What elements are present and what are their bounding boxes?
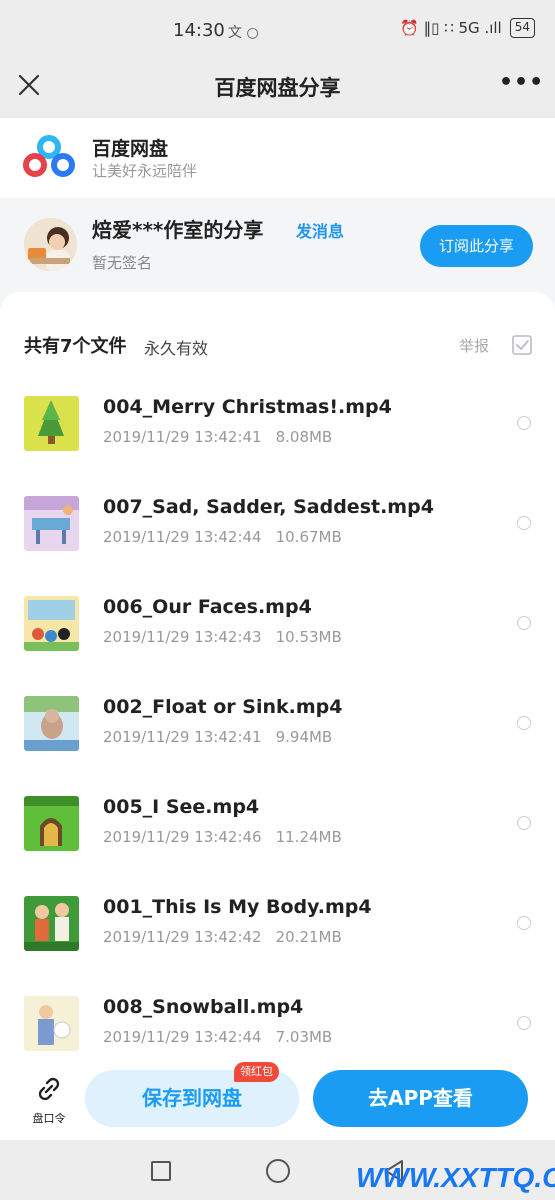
file-meta: 2019/11/29 13:42:41 9.94MB bbox=[103, 728, 332, 746]
baidu-netdisk-logo-icon bbox=[23, 135, 75, 177]
title-bar: 百度网盘分享 ••• bbox=[0, 62, 555, 118]
video-thumbnail bbox=[24, 696, 79, 751]
report-link[interactable]: 举报 bbox=[459, 335, 489, 356]
select-all-checkbox-icon[interactable] bbox=[511, 334, 533, 356]
file-date: 2019/11/29 13:42:46 bbox=[103, 828, 262, 846]
list-item[interactable]: 005_I See.mp4 2019/11/29 13:42:46 11.24MB bbox=[0, 776, 555, 876]
file-list: 004_Merry Christmas!.mp4 2019/11/29 13:4… bbox=[0, 376, 555, 1076]
file-date: 2019/11/29 13:42:44 bbox=[103, 528, 262, 546]
send-message-link[interactable]: 发消息 bbox=[296, 218, 344, 242]
file-date: 2019/11/29 13:42:44 bbox=[103, 1028, 262, 1046]
share-page: 14:30 文 ○ ⏰ ‖▯ ∷ 5G .ıll 54 百度网盘分享 ••• 百… bbox=[0, 0, 555, 1200]
file-meta: 2019/11/29 13:42:42 20.21MB bbox=[103, 928, 342, 946]
more-button[interactable]: ••• bbox=[499, 70, 543, 100]
file-name: 007_Sad, Sadder, Saddest.mp4 bbox=[103, 496, 434, 518]
list-item[interactable]: 007_Sad, Sadder, Saddest.mp4 2019/11/29 … bbox=[0, 476, 555, 576]
video-thumbnail bbox=[24, 896, 79, 951]
file-name: 001_This Is My Body.mp4 bbox=[103, 896, 372, 918]
battery-icon: 54 bbox=[509, 18, 535, 38]
file-date: 2019/11/29 13:42:41 bbox=[103, 728, 262, 746]
select-radio[interactable] bbox=[517, 716, 531, 730]
file-size: 10.53MB bbox=[275, 628, 342, 646]
video-thumbnail bbox=[24, 396, 79, 451]
system-status-icons: ⏰ ‖▯ ∷ 5G .ıll bbox=[400, 19, 502, 37]
file-meta: 2019/11/29 13:42:44 7.03MB bbox=[103, 1028, 332, 1046]
status-notification-icons: 文 ○ bbox=[228, 25, 259, 41]
list-item[interactable]: 006_Our Faces.mp4 2019/11/29 13:42:43 10.… bbox=[0, 576, 555, 676]
file-size: 10.67MB bbox=[275, 528, 342, 546]
list-item[interactable]: 002_Float or Sink.mp4 2019/11/29 13:42:4… bbox=[0, 676, 555, 776]
file-size: 11.24MB bbox=[275, 828, 342, 846]
file-name: 005_I See.mp4 bbox=[103, 796, 260, 818]
link-code-label: 盘口令 bbox=[32, 1112, 66, 1125]
red-packet-badge: 领红包 bbox=[234, 1062, 279, 1082]
file-date: 2019/11/29 13:42:41 bbox=[103, 428, 262, 446]
validity-label: 永久有效 bbox=[144, 339, 209, 358]
avatar[interactable] bbox=[24, 218, 77, 271]
page-title: 百度网盘分享 bbox=[214, 76, 341, 100]
sharer-name: 焙爱***作室的分享 bbox=[92, 218, 264, 242]
select-radio[interactable] bbox=[517, 616, 531, 630]
select-radio[interactable] bbox=[517, 416, 531, 430]
brand-name: 百度网盘 bbox=[92, 138, 169, 160]
link-code-button[interactable]: 盘口令 bbox=[24, 1070, 74, 1126]
select-radio[interactable] bbox=[517, 516, 531, 530]
file-size: 7.03MB bbox=[275, 1028, 333, 1046]
brand-slogan: 让美好永远陪伴 bbox=[92, 162, 198, 180]
list-item[interactable]: 004_Merry Christmas!.mp4 2019/11/29 13:4… bbox=[0, 376, 555, 476]
video-thumbnail bbox=[24, 496, 79, 551]
video-thumbnail bbox=[24, 596, 79, 651]
file-panel-header: 共有7个文件 永久有效 举报 bbox=[24, 332, 533, 360]
select-radio[interactable] bbox=[517, 916, 531, 930]
file-meta: 2019/11/29 13:42:43 10.53MB bbox=[103, 628, 342, 646]
file-name: 004_Merry Christmas!.mp4 bbox=[103, 396, 392, 418]
file-meta: 2019/11/29 13:42:46 11.24MB bbox=[103, 828, 342, 846]
file-date: 2019/11/29 13:42:43 bbox=[103, 628, 262, 646]
subscribe-button[interactable]: 订阅此分享 bbox=[420, 225, 533, 267]
file-meta: 2019/11/29 13:42:44 10.67MB bbox=[103, 528, 342, 546]
file-name: 002_Float or Sink.mp4 bbox=[103, 696, 343, 718]
status-bar: 14:30 文 ○ ⏰ ‖▯ ∷ 5G .ıll 54 bbox=[0, 0, 555, 62]
status-icons: ⏰ ‖▯ ∷ 5G .ıll 54 bbox=[400, 18, 535, 38]
video-thumbnail bbox=[24, 796, 79, 851]
watermark-text: WWW.XXTTQ.COM bbox=[356, 1162, 555, 1193]
list-item[interactable]: 008_Snowball.mp4 2019/11/29 13:42:44 7.03… bbox=[0, 976, 555, 1076]
file-size: 8.08MB bbox=[275, 428, 333, 446]
open-in-app-button[interactable]: 去APP查看 bbox=[313, 1070, 528, 1127]
sharer-signature: 暂无签名 bbox=[92, 254, 153, 272]
link-icon bbox=[38, 1077, 60, 1101]
select-radio[interactable] bbox=[517, 1016, 531, 1030]
select-radio[interactable] bbox=[517, 816, 531, 830]
list-item[interactable]: 001_This Is My Body.mp4 2019/11/29 13:42… bbox=[0, 876, 555, 976]
action-bar: 盘口令 保存到网盘 领红包 去APP查看 bbox=[0, 1062, 555, 1140]
file-count: 共有7个文件 bbox=[24, 336, 127, 357]
file-meta: 2019/11/29 13:42:41 8.08MB bbox=[103, 428, 332, 446]
file-date: 2019/11/29 13:42:42 bbox=[103, 928, 262, 946]
file-size: 20.21MB bbox=[275, 928, 342, 946]
video-thumbnail bbox=[24, 996, 79, 1051]
file-panel: 共有7个文件 永久有效 举报 004_Merry Christmas!.mp4 … bbox=[0, 292, 555, 1062]
brand-header: 百度网盘 让美好永远陪伴 bbox=[0, 118, 555, 198]
status-time: 14:30 bbox=[173, 20, 225, 41]
file-name: 006_Our Faces.mp4 bbox=[103, 596, 312, 618]
file-name: 008_Snowball.mp4 bbox=[103, 996, 304, 1018]
home-icon[interactable] bbox=[266, 1159, 290, 1183]
recents-icon[interactable] bbox=[151, 1161, 171, 1181]
file-size: 9.94MB bbox=[275, 728, 333, 746]
